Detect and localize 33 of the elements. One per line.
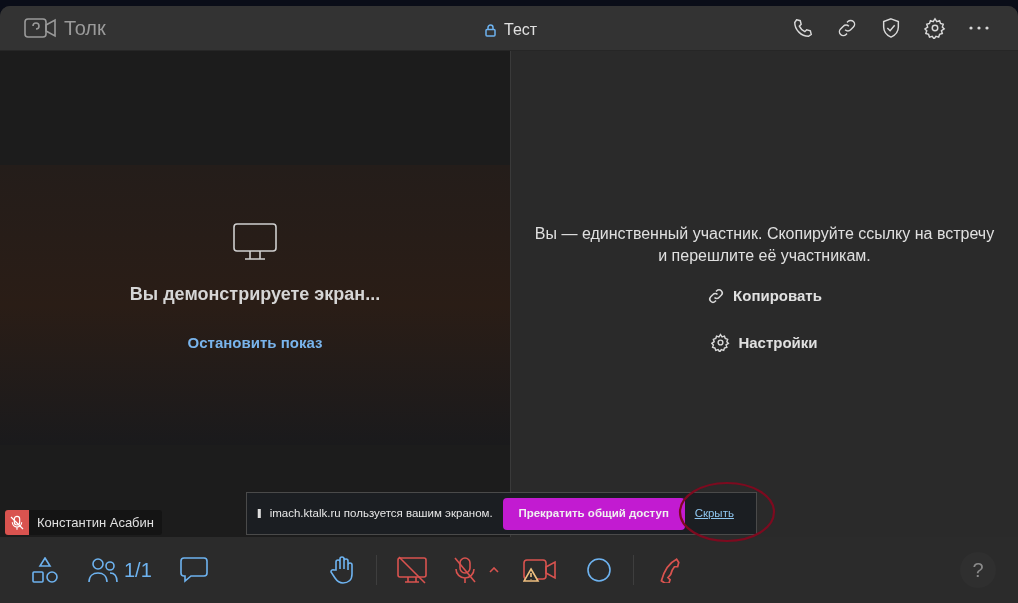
microphone-button[interactable] <box>453 556 477 584</box>
app-name: Толк <box>64 16 106 41</box>
more-icon[interactable] <box>968 25 990 31</box>
settings-button[interactable]: Настройки <box>711 331 818 354</box>
link-icon[interactable] <box>836 17 858 39</box>
stop-sharing-button[interactable]: Прекратить общий доступ <box>502 497 685 530</box>
raised-hand-icon[interactable] <box>330 556 354 584</box>
shapes-icon[interactable] <box>32 557 58 583</box>
hide-link[interactable]: Скрыть <box>694 504 734 523</box>
screen-share-message: Вы демонстрируете экран... <box>129 283 381 306</box>
link-icon <box>707 287 726 306</box>
record-icon[interactable] <box>587 558 611 582</box>
meeting-title: Тест <box>504 20 538 40</box>
participants-button[interactable]: 1/1 <box>88 555 152 585</box>
stop-sharing-link[interactable]: Остановить показ <box>187 332 323 355</box>
screen-share-off-icon[interactable] <box>397 556 427 584</box>
pause-icon-text: II <box>257 505 260 523</box>
settings-icon[interactable] <box>924 17 946 39</box>
help-button[interactable]: ? <box>960 552 996 588</box>
invite-message: Вы — единственный участник. Скопируйте ссылку на встречу и перешлите её участникам. <box>533 224 996 266</box>
camera-button[interactable] <box>523 557 557 583</box>
settings-icon <box>711 333 731 353</box>
chat-icon[interactable] <box>179 557 208 583</box>
monitor-icon <box>233 223 277 261</box>
video-camera-icon <box>24 17 58 39</box>
lock-icon <box>485 23 496 37</box>
phone-icon[interactable] <box>792 17 814 39</box>
copy-link-button[interactable]: Копировать <box>707 285 822 308</box>
caret-icon[interactable] <box>489 567 499 573</box>
shield-check-icon[interactable] <box>880 17 902 39</box>
participant-name: Константин Асабин <box>37 513 154 532</box>
people-icon <box>88 557 118 583</box>
notice-text: imach.ktalk.ru пользуется вашим экраном. <box>269 505 493 521</box>
